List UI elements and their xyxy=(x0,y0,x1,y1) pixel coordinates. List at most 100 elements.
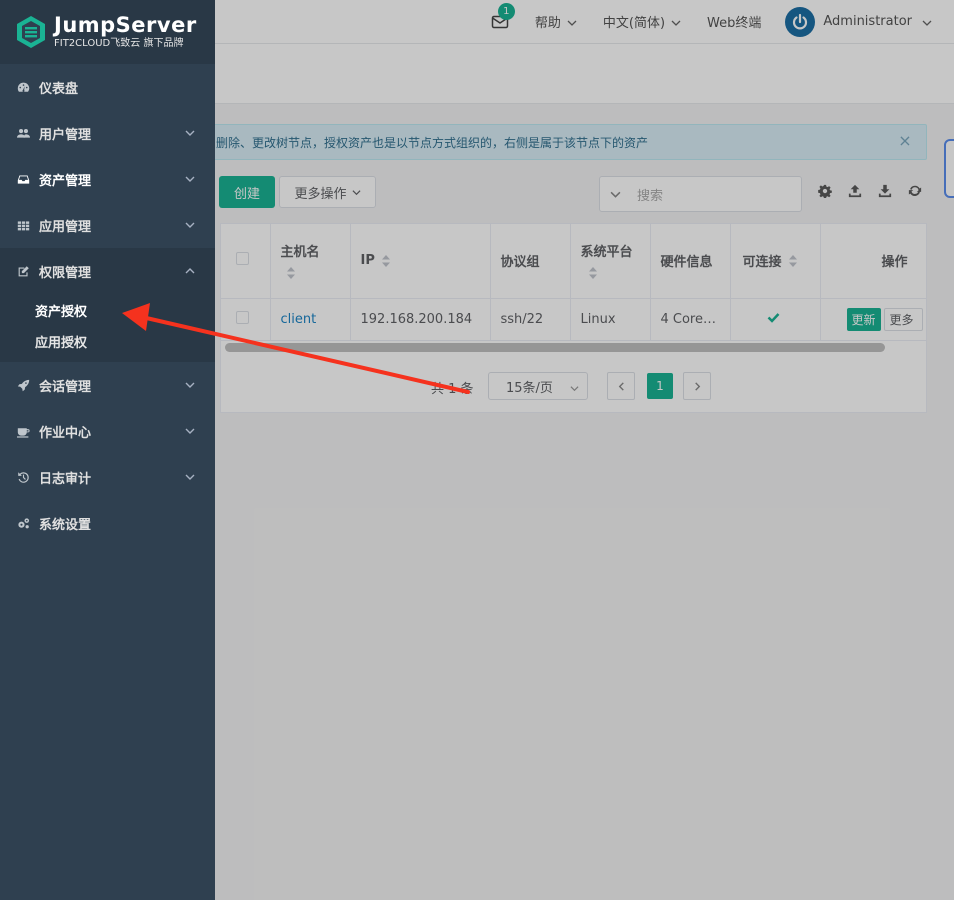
chevron-up-icon xyxy=(185,265,195,275)
prev-page-button[interactable] xyxy=(607,372,635,400)
side-drawer-handle[interactable] xyxy=(944,139,954,198)
brand-subtitle: FIT2CLOUD飞致云 旗下品牌 xyxy=(54,37,184,49)
sort-icon[interactable] xyxy=(588,266,598,280)
sort-icon[interactable] xyxy=(286,266,296,280)
chevron-down-icon xyxy=(185,471,195,481)
column-label: 系统平台 xyxy=(580,245,633,261)
power-icon xyxy=(793,13,808,29)
chevron-down-icon xyxy=(185,127,195,137)
help-label: 帮助 xyxy=(534,16,561,31)
sidebar-item-label: 系统设置 xyxy=(39,517,92,533)
sidebar-item-label: 资产管理 xyxy=(39,173,92,189)
column-platform[interactable]: 系统平台 xyxy=(570,224,651,299)
create-button[interactable]: 创建 xyxy=(219,176,275,208)
sidebar-item-jobs[interactable]: 作业中心 xyxy=(0,408,215,454)
hardware-cell: 4 Core… xyxy=(650,298,731,341)
pagination: 共 1 条 15条/页 1 xyxy=(221,372,926,402)
gears-icon xyxy=(16,516,30,530)
brand-title: JumpServer xyxy=(54,12,197,37)
select-all-checkbox[interactable] xyxy=(236,252,249,266)
sidebar-item-label: 日志审计 xyxy=(39,471,92,487)
dashboard-icon xyxy=(16,80,30,94)
avatar xyxy=(785,6,816,37)
page-heading xyxy=(215,44,954,104)
upload-icon[interactable] xyxy=(848,184,862,198)
page-number-current[interactable]: 1 xyxy=(647,373,673,399)
chevron-down-icon xyxy=(185,425,195,435)
sidebar-item-label: 用户管理 xyxy=(39,127,92,143)
protocols-cell: ssh/22 xyxy=(490,298,571,341)
column-hardware: 硬件信息 xyxy=(650,224,731,299)
column-connectable[interactable]: 可连接 xyxy=(730,224,821,299)
table-header-row: 主机名 IP 协议组 系统平台 硬件信息 可连接 操作 xyxy=(221,224,926,299)
user-name: Administrator xyxy=(823,14,912,29)
web-terminal-link[interactable]: Web终端 xyxy=(707,12,761,31)
column-label: 主机名 xyxy=(280,245,320,261)
sidebar-item-dashboard[interactable]: 仪表盘 xyxy=(0,64,215,110)
close-icon[interactable]: × xyxy=(898,133,912,149)
row-more-label: 更多 xyxy=(889,312,914,327)
chevron-down-icon xyxy=(671,17,681,27)
sidebar-item-label: 会话管理 xyxy=(39,379,92,395)
sidebar-item-settings[interactable]: 系统设置 xyxy=(0,500,215,546)
column-label: IP xyxy=(360,253,375,269)
notification-button[interactable]: 1 xyxy=(491,2,515,30)
table-row: client 192.168.200.184 ssh/22 Linux 4 Co… xyxy=(221,298,926,341)
sidebar-item-sessions[interactable]: 会话管理 xyxy=(0,362,215,408)
sidebar-item-audit[interactable]: 日志审计 xyxy=(0,454,215,500)
column-hostname[interactable]: 主机名 xyxy=(270,224,351,299)
grid-icon xyxy=(16,218,30,232)
help-menu[interactable]: 帮助 xyxy=(535,12,577,31)
chevron-down-icon xyxy=(565,382,579,397)
sort-icon[interactable] xyxy=(788,254,798,268)
sidebar-item-label: 应用管理 xyxy=(39,219,92,235)
horizontal-scrollbar[interactable] xyxy=(225,343,885,352)
gear-icon[interactable] xyxy=(818,184,832,199)
platform-cell: Linux xyxy=(570,298,651,341)
next-page-button[interactable] xyxy=(683,372,711,400)
row-more-button[interactable]: 更多 xyxy=(883,307,923,331)
more-actions-label: 更多操作 xyxy=(294,186,347,202)
sidebar-subitem-asset-permission[interactable]: 资产授权 xyxy=(0,294,215,326)
chevron-left-icon xyxy=(618,381,624,391)
sidebar-subitem-app-permission[interactable]: 应用授权 xyxy=(0,326,215,362)
hostname-link[interactable]: client xyxy=(281,312,317,327)
ip-cell: 192.168.200.184 xyxy=(350,298,491,341)
user-menu[interactable]: Administrator xyxy=(785,6,932,37)
update-button[interactable]: 更新 xyxy=(846,307,881,331)
chevron-right-icon xyxy=(694,381,700,391)
sort-icon[interactable] xyxy=(381,254,391,268)
sidebar-item-assets[interactable]: 资产管理 xyxy=(0,156,215,202)
column-protocols: 协议组 xyxy=(490,224,571,299)
language-label: 中文(简体) xyxy=(602,16,666,31)
rocket-icon xyxy=(16,378,30,392)
sidebar-item-users[interactable]: 用户管理 xyxy=(0,110,215,156)
users-icon xyxy=(16,126,30,140)
download-icon[interactable] xyxy=(878,184,892,198)
chevron-down-icon xyxy=(185,173,195,183)
column-actions: 操作 xyxy=(820,224,926,299)
chevron-down-icon xyxy=(185,379,195,389)
chevron-down-icon xyxy=(567,17,577,27)
coffee-icon xyxy=(16,424,30,438)
search-input[interactable]: 搜索 xyxy=(599,176,802,212)
column-label: 可连接 xyxy=(742,255,782,271)
brand-logo[interactable]: JumpServer FIT2CLOUD飞致云 旗下品牌 xyxy=(0,0,215,64)
row-checkbox[interactable] xyxy=(236,310,249,324)
asset-table: 主机名 IP 协议组 系统平台 硬件信息 可连接 操作 client 192.1… xyxy=(220,223,927,413)
jumpserver-logo-icon xyxy=(17,16,45,48)
search-placeholder: 搜索 xyxy=(637,188,664,204)
language-menu[interactable]: 中文(简体) xyxy=(603,12,681,31)
refresh-icon[interactable] xyxy=(908,184,922,198)
sidebar-item-label: 仪表盘 xyxy=(39,81,79,97)
alert-text: 删除、更改树节点，授权资产也是以节点方式组织的，右侧是属于该节点下的资产 xyxy=(216,135,649,150)
sidebar-group-permissions: 权限管理 资产授权 应用授权 xyxy=(0,248,215,362)
page-size-select[interactable]: 15条/页 xyxy=(488,372,588,400)
sidebar-item-applications[interactable]: 应用管理 xyxy=(0,202,215,248)
column-ip[interactable]: IP xyxy=(350,224,491,299)
sidebar-item-permissions[interactable]: 权限管理 xyxy=(0,248,215,294)
chevron-down-icon[interactable] xyxy=(610,189,621,200)
chevron-down-icon xyxy=(351,189,361,195)
notification-badge: 1 xyxy=(497,2,515,20)
more-actions-button[interactable]: 更多操作 xyxy=(279,176,376,208)
